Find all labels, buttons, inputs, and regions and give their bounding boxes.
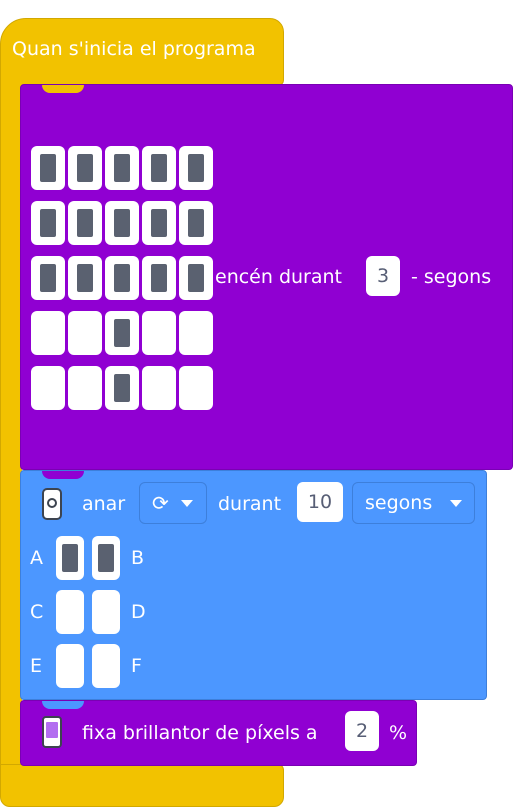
led-pixel-lit — [151, 264, 167, 292]
chevron-down-icon — [450, 499, 462, 507]
motor-port-toggle[interactable] — [92, 590, 120, 634]
led-pixel[interactable] — [142, 256, 176, 300]
event-block-bottom — [0, 764, 284, 807]
led-pixel-lit — [40, 154, 56, 182]
led-pixel[interactable] — [31, 311, 65, 355]
led-pixel-lit — [114, 264, 130, 292]
led-pixel[interactable] — [105, 146, 139, 190]
led-pixel-lit — [151, 154, 167, 182]
led-pixel-lit — [77, 264, 93, 292]
event-block-arm — [0, 70, 22, 782]
led-pixel[interactable] — [31, 201, 65, 245]
led-pixel-lit — [151, 209, 167, 237]
motor-port-toggle[interactable] — [56, 644, 84, 688]
led-pixel[interactable] — [68, 366, 102, 410]
motor-port-toggle[interactable] — [92, 644, 120, 688]
block-notch — [42, 471, 84, 479]
led-pixel[interactable] — [105, 201, 139, 245]
direction-dropdown[interactable]: ⟳ — [139, 482, 207, 524]
led-pixel[interactable] — [142, 201, 176, 245]
led-pixel-lit — [114, 319, 130, 347]
led-pixel[interactable] — [31, 256, 65, 300]
led-pixel[interactable] — [31, 366, 65, 410]
event-hat-label: Quan s'inicia el programa — [12, 38, 256, 60]
led-pixel[interactable] — [105, 366, 139, 410]
port-label: F — [131, 655, 142, 677]
led-pixel-lit — [77, 154, 93, 182]
led-pixel-lit — [40, 264, 56, 292]
led-pixel-lit — [114, 209, 130, 237]
chevron-down-icon — [180, 499, 193, 507]
led-pixel[interactable] — [68, 146, 102, 190]
port-label: A — [30, 547, 43, 569]
light-matrix-icon — [42, 716, 62, 748]
brightness-unit: % — [389, 722, 408, 744]
block-notch — [42, 701, 84, 709]
motor-during-label: durant — [218, 493, 282, 515]
unit-dropdown-value: segons — [365, 492, 433, 514]
led-pixel[interactable] — [179, 146, 213, 190]
port-label: C — [30, 601, 44, 623]
motor-pair-icon — [42, 488, 62, 520]
motor-duration-input[interactable]: 10 — [297, 482, 343, 522]
led-pixel[interactable] — [179, 256, 213, 300]
brightness-value-input[interactable]: 2 — [345, 711, 379, 751]
display-duration-label: encén durant — [215, 266, 342, 288]
motor-port-toggle[interactable] — [92, 536, 120, 580]
block-notch — [42, 85, 84, 93]
led-pixel-lit — [114, 374, 130, 402]
led-pixel[interactable] — [31, 146, 65, 190]
led-pixel-lit — [40, 209, 56, 237]
motor-run-label: anar — [82, 493, 126, 515]
led-pixel[interactable] — [68, 201, 102, 245]
led-pixel[interactable] — [142, 146, 176, 190]
brightness-label: fixa brillantor de píxels a — [82, 722, 318, 744]
clockwise-icon: ⟳ — [152, 491, 169, 515]
display-duration-input[interactable]: 3 — [366, 256, 400, 296]
port-selected-mark — [98, 544, 114, 572]
led-pixel[interactable] — [179, 366, 213, 410]
led-pixel[interactable] — [179, 201, 213, 245]
unit-dropdown[interactable]: segons — [352, 482, 475, 524]
led-pixel-lit — [188, 209, 204, 237]
port-label: B — [131, 547, 145, 569]
port-selected-mark — [62, 544, 78, 572]
led-pixel[interactable] — [68, 256, 102, 300]
led-pixel[interactable] — [105, 311, 139, 355]
led-pixel-lit — [188, 264, 204, 292]
motor-port-toggle[interactable] — [56, 590, 84, 634]
display-duration-unit: - segons — [411, 266, 492, 288]
motor-port-toggle[interactable] — [56, 536, 84, 580]
led-pixel-lit — [77, 209, 93, 237]
led-pixel[interactable] — [105, 256, 139, 300]
port-label: D — [131, 601, 146, 623]
led-pixel[interactable] — [142, 366, 176, 410]
led-pixel[interactable] — [68, 311, 102, 355]
led-pixel-lit — [188, 154, 204, 182]
led-pixel-lit — [114, 154, 130, 182]
port-label: E — [30, 655, 43, 677]
led-pixel[interactable] — [142, 311, 176, 355]
led-pixel[interactable] — [179, 311, 213, 355]
